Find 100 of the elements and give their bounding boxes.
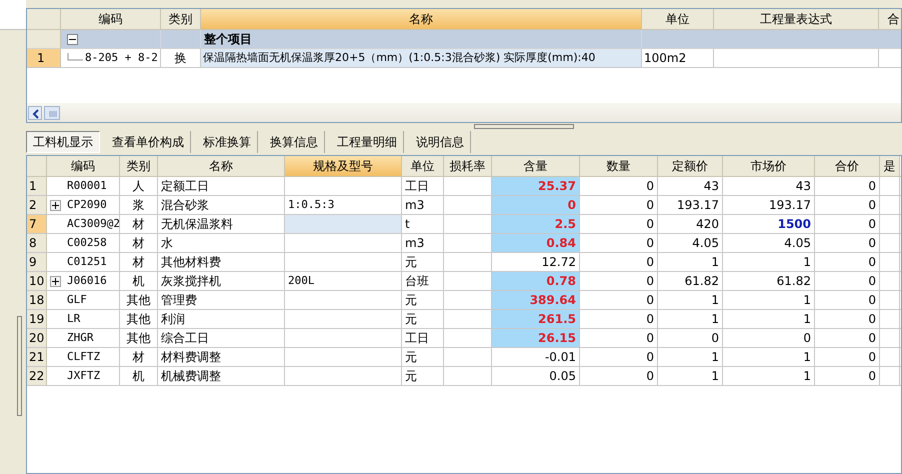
table-cell: 材 [120,253,158,271]
table-cell: 综合工日 [158,329,285,347]
table-cell: m3 [402,234,444,252]
table-cell: 其他 [120,310,158,328]
table-cell: 材 [120,348,158,366]
collapse-toggle[interactable] [67,34,78,44]
table-cell: 水 [158,234,285,252]
column-header[interactable]: 损耗率 [444,156,492,176]
tab[interactable]: 工程量明细 [331,131,404,153]
table-cell: -0.01 [492,348,580,366]
table-cell: 0 [658,329,723,347]
table-cell: 0 [815,310,880,328]
table-cell-text: J06016 [67,272,107,289]
table-cell: 工日 [402,177,444,195]
table-cell: 0 [580,310,658,328]
table-cell: 193.17 [723,196,815,214]
row-number[interactable]: 21 [27,348,47,366]
tab[interactable]: 工料机显示 [26,131,100,153]
table-cell: 机械费调整 [158,367,285,385]
table-cell: 0 [815,272,880,290]
row-number[interactable]: 9 [27,253,47,271]
column-header[interactable]: 名称 [201,9,642,29]
table-cell: 1 [658,367,723,385]
table-cell: 0 [815,177,880,195]
splitter-grip[interactable] [474,124,574,129]
column-header[interactable]: 合价 [815,156,880,176]
table-cell: 61.82 [723,272,815,290]
table-cell-text: JXFTZ [67,368,100,384]
table-cell: 1 [658,291,723,309]
row-number[interactable]: 22 [27,367,47,385]
tab[interactable]: 换算信息 [264,131,325,153]
tab[interactable]: 标准换算 [197,131,258,153]
table-cell: 机 [120,367,158,385]
table-cell-text: GLF [67,292,87,308]
column-header[interactable]: 数量 [580,156,658,176]
table-cell: 0 [580,234,658,252]
table-cell: 26.15 [492,329,580,347]
table-cell: 261.5 [492,310,580,328]
scroll-thumb-icon[interactable] [44,106,60,120]
tab[interactable]: 说明信息 [410,131,471,153]
column-header[interactable]: 类别 [120,156,158,176]
table-cell: 43 [658,177,723,195]
expand-toggle[interactable] [50,200,61,210]
table-cell: 61.82 [658,272,723,290]
table-cell: 1 [723,310,815,328]
row-number[interactable]: 20 [27,329,47,347]
column-header[interactable]: 合 [879,9,901,29]
splitter-handle[interactable] [17,316,22,416]
column-header[interactable]: 市场价 [723,156,815,176]
row-number[interactable]: 1 [27,49,61,67]
table-cell: 元 [402,348,444,366]
table-cell: 0 [815,215,880,233]
row-number[interactable]: 10 [27,272,47,290]
row-number[interactable]: 18 [27,291,47,309]
table-cell: 0 [580,291,658,309]
row-number[interactable]: 2 [27,196,47,214]
table-cell: 机 [120,272,158,290]
table-cell: 0 [580,348,658,366]
column-header[interactable]: 规格及型号 [285,156,402,176]
table-cell: 0 [580,215,658,233]
table-cell-text: R00001 [67,178,107,194]
table-cell-text: C01251 [67,254,107,270]
table-cell: 0 [580,177,658,195]
expand-toggle[interactable] [50,276,61,286]
table-cell: 0 [492,196,580,214]
tree-connector-icon [67,53,83,63]
tab[interactable]: 查看单价构成 [106,131,191,153]
column-header[interactable]: 是 [880,156,900,176]
column-header[interactable]: 定额价 [658,156,723,176]
column-header[interactable]: 工程量表达式 [714,9,879,29]
column-header[interactable]: 单位 [402,156,444,176]
table-cell: 0 [580,272,658,290]
column-header[interactable]: 类别 [161,9,201,29]
table-cell-text: 8-205 + 8-2 [85,50,158,66]
table-cell: 其他 [120,329,158,347]
row-number[interactable]: 8 [27,234,47,252]
table-cell: 420 [658,215,723,233]
table-cell: 1 [723,367,815,385]
table-cell: 元 [402,291,444,309]
table-cell: 浆 [120,196,158,214]
row-number[interactable]: 19 [27,310,47,328]
table-cell: 1500 [723,215,815,233]
column-header[interactable]: 编码 [61,9,161,29]
row-number[interactable]: 1 [27,177,47,195]
table-cell: 1 [658,253,723,271]
table-cell: 1 [658,310,723,328]
table-cell: 材料费调整 [158,348,285,366]
column-header[interactable]: 编码 [47,156,120,176]
column-header[interactable]: 含量 [492,156,580,176]
row-number[interactable]: 7 [27,215,47,233]
group-title: 整个项目 [201,30,642,48]
table-cell: 0.84 [492,234,580,252]
table-cell: t [402,215,444,233]
table-cell: 其他 [120,291,158,309]
table-cell-text: CP2090 [67,196,107,213]
table-cell: 元 [402,310,444,328]
table-cell: 2.5 [492,215,580,233]
column-header[interactable]: 单位 [642,9,714,29]
horizontal-scrollbar[interactable] [27,103,901,122]
column-header[interactable]: 名称 [158,156,285,176]
